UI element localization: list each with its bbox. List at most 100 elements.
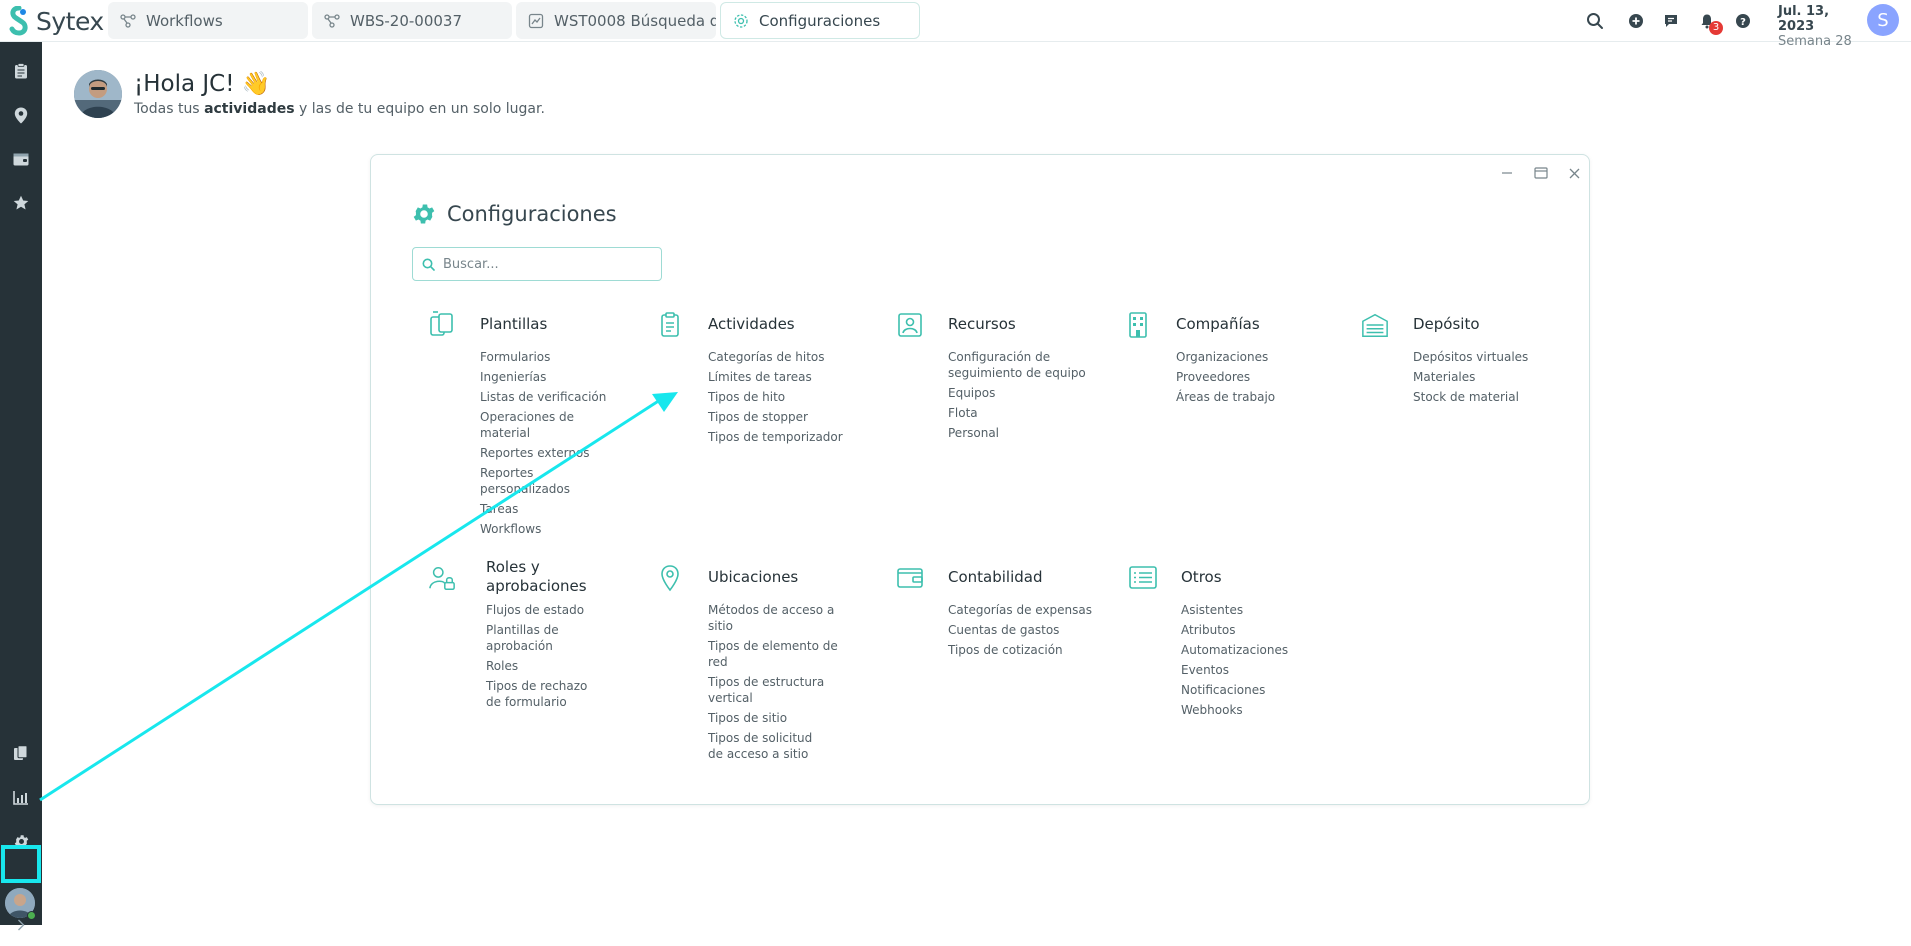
tab-label: WST0008 Búsqueda d... bbox=[554, 11, 716, 30]
category-title[interactable]: Ubicaciones bbox=[708, 568, 828, 587]
config-link[interactable]: Tipos de temporizador bbox=[708, 429, 853, 445]
config-link[interactable]: Áreas de trabajo bbox=[1176, 389, 1321, 405]
user-avatar[interactable]: S bbox=[1867, 4, 1899, 36]
config-link[interactable]: Asistentes bbox=[1181, 602, 1326, 618]
config-link[interactable]: Ingenierías bbox=[480, 369, 625, 385]
config-link[interactable]: Formularios bbox=[480, 349, 625, 365]
sidebar-item-documents[interactable] bbox=[0, 732, 42, 774]
id-badge-icon bbox=[898, 313, 922, 337]
brand-logo[interactable]: Sytex bbox=[8, 4, 104, 38]
greeting-sub-suffix: y las de tu equipo en un solo lugar. bbox=[294, 101, 545, 117]
config-link[interactable]: Stock de material bbox=[1413, 389, 1558, 405]
config-link[interactable]: Tipos de solicitud de acceso a sitio bbox=[708, 730, 828, 762]
config-link[interactable]: Listas de verificación bbox=[480, 389, 625, 405]
chat-icon[interactable] bbox=[1660, 10, 1682, 32]
sidebar-item-reports[interactable] bbox=[0, 776, 42, 818]
category-title[interactable]: Depósito bbox=[1413, 315, 1533, 334]
config-link[interactable]: Tareas bbox=[480, 501, 625, 517]
close-button[interactable] bbox=[1564, 163, 1584, 183]
category-title[interactable]: Roles y aprobaciones bbox=[486, 558, 606, 596]
config-link[interactable]: Operaciones de material bbox=[480, 409, 625, 441]
config-link[interactable]: Categorías de hitos bbox=[708, 349, 853, 365]
gear-icon bbox=[413, 204, 435, 224]
config-link[interactable]: Proveedores bbox=[1176, 369, 1321, 385]
category-title[interactable]: Plantillas bbox=[480, 315, 600, 334]
tab-workflows[interactable]: Workflows bbox=[108, 2, 308, 39]
tab-wbs[interactable]: WBS-20-00037 bbox=[312, 2, 512, 39]
wallet-icon bbox=[897, 568, 923, 588]
config-link[interactable]: Flujos de estado bbox=[486, 602, 631, 618]
modal-header: Configuraciones bbox=[411, 201, 617, 227]
modal-title: Configuraciones bbox=[447, 202, 617, 226]
config-link[interactable]: Organizaciones bbox=[1176, 349, 1321, 365]
greeting-subtitle: Todas tus actividades y las de tu equipo… bbox=[134, 101, 545, 117]
config-link[interactable]: Tipos de stopper bbox=[708, 409, 853, 425]
config-link[interactable]: Notificaciones bbox=[1181, 682, 1326, 698]
tab-label: WBS-20-00037 bbox=[350, 11, 463, 30]
config-link[interactable]: Flota bbox=[948, 405, 1093, 421]
category-list: Depósitos virtuales Materiales Stock de … bbox=[1413, 349, 1558, 409]
config-link[interactable]: Métodos de acceso a sitio bbox=[708, 602, 853, 634]
minimize-button[interactable] bbox=[1497, 163, 1517, 183]
gear-icon bbox=[734, 13, 748, 28]
config-link[interactable]: Tipos de estructura vertical bbox=[708, 674, 828, 706]
config-link[interactable]: Webhooks bbox=[1181, 702, 1326, 718]
sidebar bbox=[0, 42, 42, 931]
add-icon[interactable] bbox=[1625, 10, 1647, 32]
list-icon bbox=[1129, 566, 1157, 589]
config-link[interactable]: Personal bbox=[948, 425, 1093, 441]
config-link[interactable]: Configuración de seguimiento de equipo bbox=[948, 349, 1093, 381]
svg-text:?: ? bbox=[1740, 17, 1746, 28]
sidebar-item-favorites[interactable] bbox=[0, 182, 42, 224]
greeting-avatar bbox=[74, 70, 122, 118]
config-link[interactable]: Eventos bbox=[1181, 662, 1326, 678]
config-link[interactable]: Reportes personalizados bbox=[480, 465, 625, 497]
config-link[interactable]: Reportes externos bbox=[480, 445, 625, 461]
tab-label: Configuraciones bbox=[759, 11, 881, 30]
category-list: Métodos de acceso a sitio Tipos de eleme… bbox=[708, 602, 853, 766]
help-icon[interactable]: ? bbox=[1732, 10, 1754, 32]
workflow-icon bbox=[120, 13, 136, 28]
category-title[interactable]: Compañías bbox=[1176, 315, 1296, 334]
category-title[interactable]: Actividades bbox=[708, 315, 828, 334]
config-link[interactable]: Automatizaciones bbox=[1181, 642, 1326, 658]
sidebar-item-clipboard[interactable] bbox=[0, 50, 42, 92]
config-link[interactable]: Tipos de rechazo de formulario bbox=[486, 678, 601, 710]
category-list: Formularios Ingenierías Listas de verifi… bbox=[480, 349, 625, 541]
config-link[interactable]: Tipos de cotización bbox=[948, 642, 1093, 658]
map-pin-icon bbox=[14, 107, 28, 123]
category-list: Categorías de expensas Cuentas de gastos… bbox=[948, 602, 1093, 662]
sidebar-item-locations[interactable] bbox=[0, 94, 42, 136]
category-title[interactable]: Contabilidad bbox=[948, 568, 1068, 587]
config-link[interactable]: Depósitos virtuales bbox=[1413, 349, 1558, 365]
category-list: Categorías de hitos Límites de tareas Ti… bbox=[708, 349, 853, 449]
category-list: Configuración de seguimiento de equipo E… bbox=[948, 349, 1093, 445]
config-link[interactable]: Tipos de elemento de red bbox=[708, 638, 853, 670]
maximize-button[interactable] bbox=[1531, 163, 1551, 183]
search-field[interactable] bbox=[412, 247, 662, 281]
config-link[interactable]: Materiales bbox=[1413, 369, 1558, 385]
tab-wst0008[interactable]: WST0008 Búsqueda d... bbox=[516, 2, 716, 39]
config-link[interactable]: Atributos bbox=[1181, 622, 1326, 638]
greeting-title: ¡Hola JC! 👋 bbox=[134, 71, 271, 97]
config-link[interactable]: Plantillas de aprobación bbox=[486, 622, 576, 654]
category-title[interactable]: Otros bbox=[1181, 568, 1301, 587]
date-display: Jul. 13, 2023 Semana 28 bbox=[1778, 4, 1858, 49]
config-link[interactable]: Workflows bbox=[480, 521, 625, 537]
config-link[interactable]: Cuentas de gastos bbox=[948, 622, 1093, 638]
config-link[interactable]: Equipos bbox=[948, 385, 1093, 401]
user-lock-icon bbox=[429, 566, 455, 590]
category-title[interactable]: Recursos bbox=[948, 315, 1068, 334]
config-link[interactable]: Tipos de sitio bbox=[708, 710, 853, 726]
tab-configuraciones[interactable]: Configuraciones bbox=[720, 2, 920, 39]
sidebar-item-wallet[interactable] bbox=[0, 138, 42, 180]
config-link[interactable]: Categorías de expensas bbox=[948, 602, 1093, 618]
sidebar-expand[interactable] bbox=[0, 904, 42, 946]
config-link[interactable]: Roles bbox=[486, 658, 631, 674]
brand-name: Sytex bbox=[36, 6, 104, 36]
category-list: Organizaciones Proveedores Áreas de trab… bbox=[1176, 349, 1321, 409]
search-icon[interactable] bbox=[1584, 10, 1606, 32]
config-link[interactable]: Límites de tareas bbox=[708, 369, 853, 385]
config-link[interactable]: Tipos de hito bbox=[708, 389, 853, 405]
search-input[interactable] bbox=[443, 256, 653, 272]
